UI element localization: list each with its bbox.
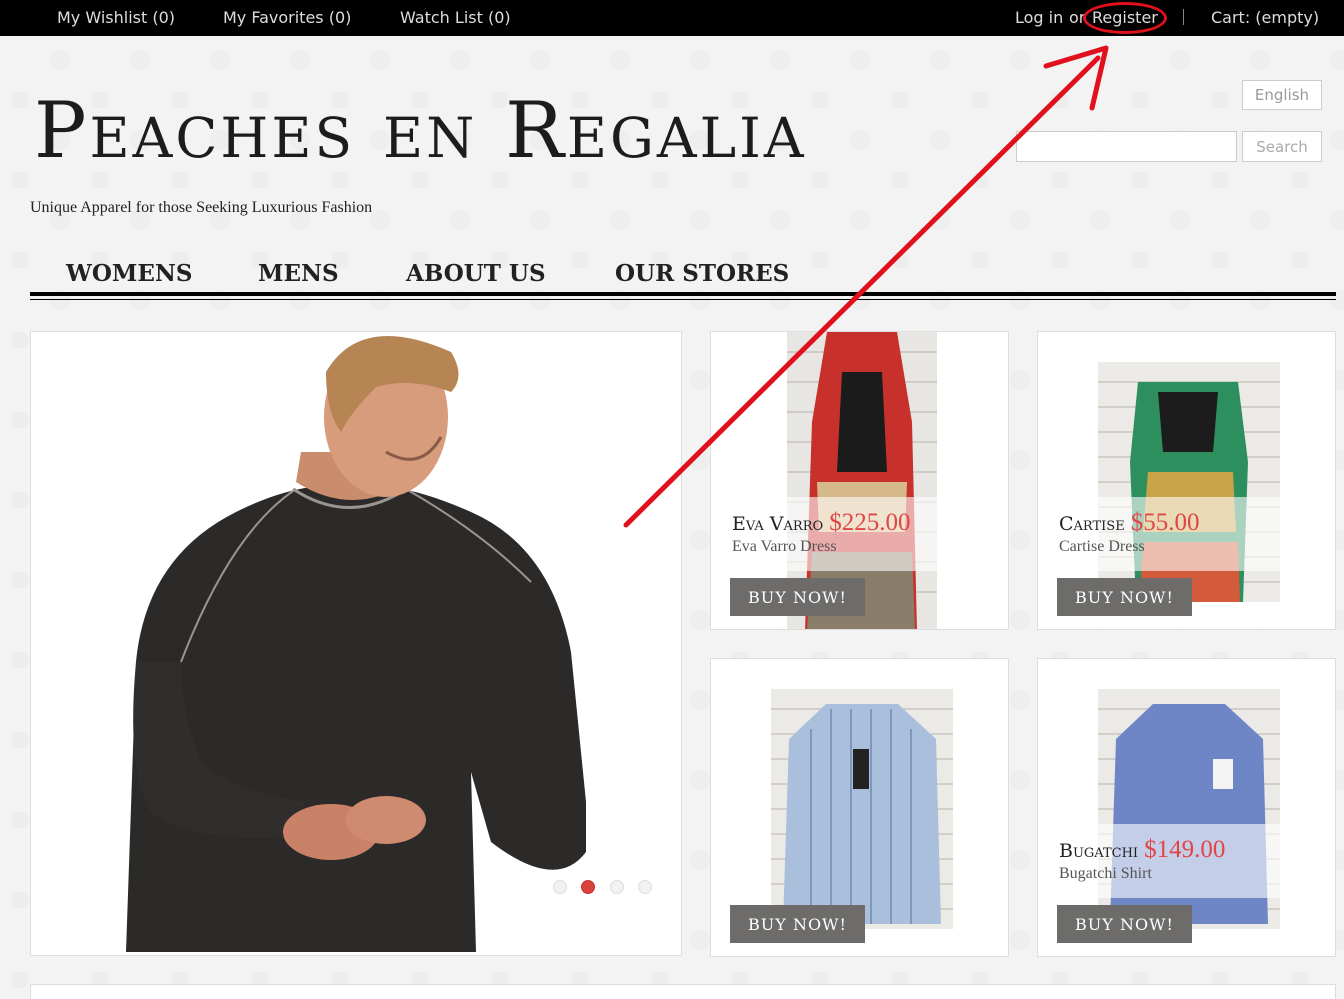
carousel-dot-1[interactable] [553, 880, 567, 894]
product-brand: Cartise [1059, 513, 1125, 535]
search-input[interactable] [1016, 131, 1237, 162]
carousel-dot-4[interactable] [638, 880, 652, 894]
nav-womens[interactable]: WOMENS [66, 260, 193, 287]
nav-divider [30, 292, 1336, 296]
product-price: $149.00 [1144, 836, 1226, 863]
site-tagline: Unique Apparel for those Seeking Luxurio… [30, 199, 373, 216]
hero-model-image [126, 336, 586, 952]
register-highlight-circle [1083, 2, 1167, 34]
buy-now-button[interactable]: BUY NOW! [730, 905, 865, 943]
nav-about-us[interactable]: ABOUT US [406, 260, 546, 287]
favorites-link[interactable]: My Favorites (0) [223, 8, 351, 27]
carousel-dot-2[interactable] [581, 880, 595, 894]
product-price: $225.00 [829, 509, 911, 536]
product-title: Bugatchi $149.00 [1059, 836, 1225, 864]
watchlist-link[interactable]: Watch List (0) [400, 8, 511, 27]
product-brand: Eva Varro [732, 513, 824, 535]
hero-carousel[interactable] [30, 331, 682, 956]
nav-divider-thin [30, 299, 1336, 300]
buy-now-button[interactable]: BUY NOW! [730, 578, 865, 616]
product-title: Eva Varro $225.00 [732, 509, 910, 537]
cart-link[interactable]: Cart: (empty) [1211, 8, 1319, 27]
site-logo[interactable]: Peaches en Regalia [34, 92, 807, 170]
striped-shirt-image [771, 689, 953, 929]
product-card-eva-varro[interactable]: Eva Varro $225.00 Eva Varro Dress BUY NO… [710, 331, 1009, 630]
buy-now-button[interactable]: BUY NOW! [1057, 905, 1192, 943]
product-brand: Bugatchi [1059, 840, 1139, 862]
product-price: $55.00 [1130, 509, 1200, 536]
product-card-cartise[interactable]: Cartise $55.00 Cartise Dress BUY NOW! [1037, 331, 1336, 630]
nav-mens[interactable]: MENS [258, 260, 339, 287]
product-card-bugatchi[interactable]: Bugatchi $149.00 Bugatchi Shirt BUY NOW! [1037, 658, 1336, 957]
search-button[interactable]: Search [1242, 131, 1322, 162]
nav-our-stores[interactable]: OUR STORES [615, 260, 789, 287]
buy-now-button[interactable]: BUY NOW! [1057, 578, 1192, 616]
wishlist-link[interactable]: My Wishlist (0) [57, 8, 175, 27]
product-name: Cartise Dress [1059, 538, 1145, 555]
topbar-divider [1183, 9, 1184, 25]
language-selector[interactable]: English [1242, 80, 1322, 110]
carousel-dot-3[interactable] [610, 880, 624, 894]
product-card-shirt[interactable]: BUY NOW! [710, 658, 1009, 957]
product-title: Cartise $55.00 [1059, 509, 1199, 537]
footer-panel [30, 984, 1336, 999]
product-name: Eva Varro Dress [732, 538, 837, 555]
product-name: Bugatchi Shirt [1059, 865, 1152, 882]
login-link[interactable]: Log in [1015, 8, 1063, 27]
